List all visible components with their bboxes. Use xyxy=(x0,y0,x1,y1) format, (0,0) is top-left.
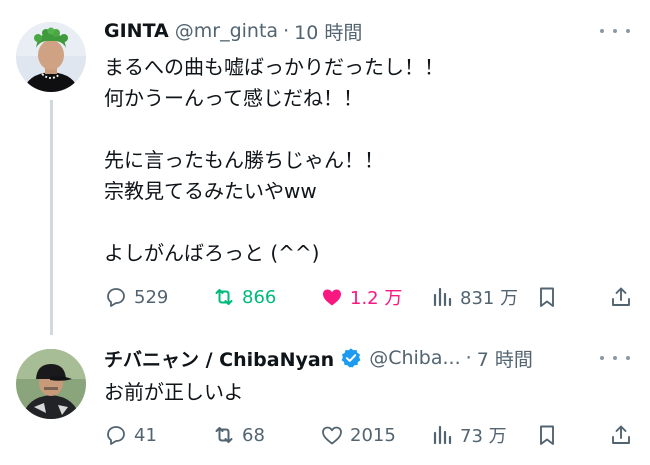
retweet-button[interactable]: 866 xyxy=(212,283,276,311)
tweet-header: GINTA @mr_ginta · 10 時間 xyxy=(104,18,362,44)
like-count: 2015 xyxy=(350,424,396,446)
like-button[interactable]: 2015 xyxy=(320,421,396,449)
author-handle[interactable]: @mr_ginta xyxy=(175,20,278,42)
bookmark-button[interactable] xyxy=(535,283,565,311)
share-icon xyxy=(612,287,630,306)
heart-icon xyxy=(323,289,341,306)
reply-button[interactable]: 529 xyxy=(104,283,168,311)
views-button[interactable]: 73 万 xyxy=(430,421,507,449)
bookmark-icon xyxy=(540,287,554,307)
tweet-text: まるへの曲も嘘ばっかりだったし！！ 何かうーんって感じだね！！ 先に言ったもん勝… xyxy=(104,55,444,265)
avatar[interactable] xyxy=(16,349,86,419)
more-dot-icon xyxy=(613,29,617,33)
bookmark-icon xyxy=(540,425,554,445)
thread-connector-line xyxy=(50,100,53,335)
more-dot-icon xyxy=(613,356,617,360)
more-options-button[interactable] xyxy=(600,21,630,41)
view-count: 73 万 xyxy=(460,426,507,447)
like-button[interactable]: 1.2 万 xyxy=(320,283,402,311)
profile-avatar-icon xyxy=(16,22,86,92)
share-icon xyxy=(612,425,630,444)
like-count: 1.2 万 xyxy=(350,288,403,309)
tweet-timestamp[interactable]: 10 時間 xyxy=(294,18,362,45)
tweet-actions: 529 866 1.2 万 831 万 xyxy=(104,283,634,311)
profile-avatar-icon xyxy=(16,349,86,419)
more-dot-icon xyxy=(626,29,630,33)
heart-icon xyxy=(322,426,342,445)
reply-button[interactable]: 41 xyxy=(104,421,157,449)
reply-icon xyxy=(107,426,125,445)
reply-count: 41 xyxy=(134,424,157,446)
view-count: 831 万 xyxy=(460,288,519,309)
retweet-icon xyxy=(215,427,233,443)
retweet-button[interactable]: 68 xyxy=(212,421,265,449)
tweet-header: チバニャン / ChibaNyan @Chiba... · 7 時間 xyxy=(104,345,533,371)
separator: · xyxy=(465,347,472,369)
tweet-actions: 41 68 2015 73 万 xyxy=(104,421,634,449)
retweet-count: 68 xyxy=(242,424,265,446)
verified-badge-icon xyxy=(340,347,362,369)
tweet-text: お前が正しいよ xyxy=(104,380,244,404)
reply-count: 529 xyxy=(134,286,169,308)
share-button[interactable] xyxy=(609,283,639,311)
author-handle[interactable]: @Chiba... xyxy=(369,347,460,369)
views-chart-icon xyxy=(433,287,452,307)
bookmark-button[interactable] xyxy=(535,421,565,449)
tweet-timestamp[interactable]: 7 時間 xyxy=(477,345,533,372)
more-dot-icon xyxy=(600,356,604,360)
share-button[interactable] xyxy=(609,421,639,449)
views-chart-icon xyxy=(433,425,452,445)
more-dot-icon xyxy=(600,29,604,33)
views-button[interactable]: 831 万 xyxy=(430,283,518,311)
separator: · xyxy=(283,20,290,42)
author-name[interactable]: チバニャン / ChibaNyan xyxy=(104,345,334,372)
more-dot-icon xyxy=(626,356,630,360)
avatar[interactable] xyxy=(16,22,86,92)
reply-icon xyxy=(107,288,125,307)
author-name[interactable]: GINTA xyxy=(104,20,169,42)
retweet-count: 866 xyxy=(242,286,277,308)
more-options-button[interactable] xyxy=(600,348,630,368)
retweet-icon xyxy=(215,289,233,305)
